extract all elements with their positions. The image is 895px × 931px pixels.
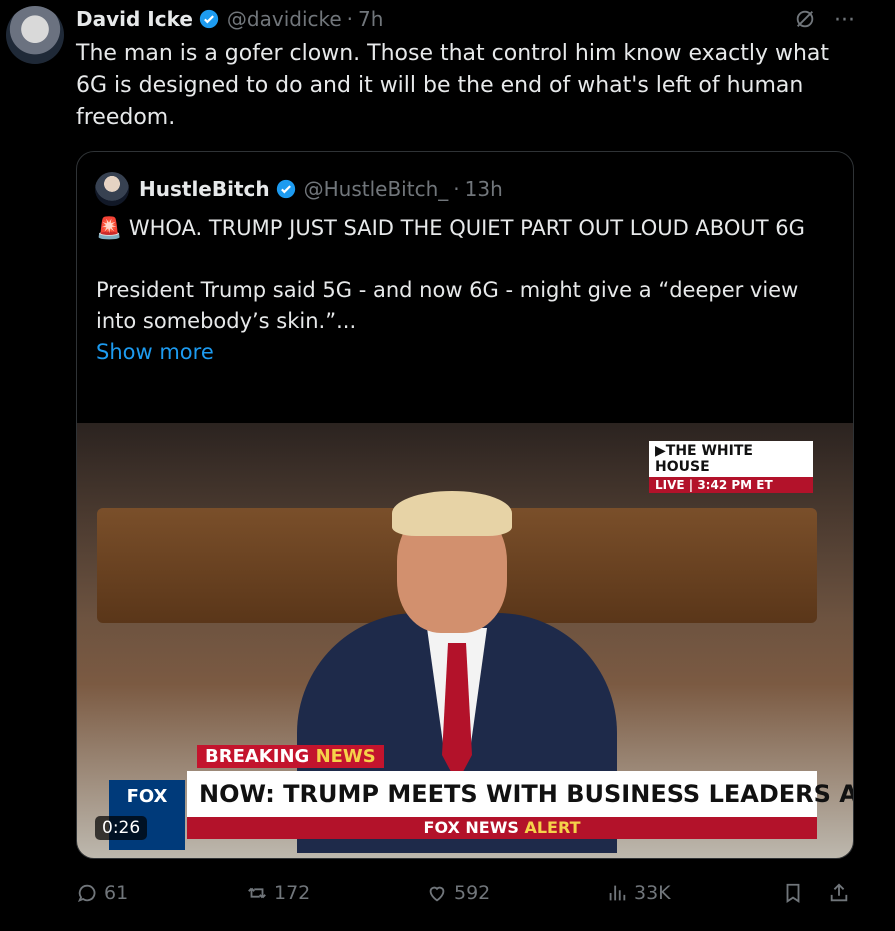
views-button[interactable]: 33K (606, 882, 671, 904)
tweet-time[interactable]: 7h (358, 7, 383, 31)
quoted-text: 🚨 WHOA. TRUMP JUST SAID THE QUIET PART O… (96, 213, 836, 368)
verified-icon[interactable] (276, 179, 296, 199)
quoted-avatar[interactable] (95, 172, 129, 206)
quoted-tweet[interactable]: HustleBitch @HustleBitch_ · 13h 🚨 WHOA. … (76, 151, 854, 859)
author-avatar[interactable] (6, 6, 64, 64)
separator-dot: · (346, 7, 354, 31)
news-headline: NOW: TRUMP MEETS WITH BUSINESS LEADERS A… (187, 771, 853, 817)
repost-icon (248, 887, 266, 899)
verified-icon[interactable] (199, 9, 219, 29)
bookmark-icon (786, 883, 800, 903)
badge-live: LIVE | 3:42 PM ET (649, 477, 813, 493)
like-icon (429, 886, 445, 902)
action-bar: 61 172 592 33K (76, 876, 856, 910)
reply-icon (77, 884, 96, 902)
view-count: 33K (634, 882, 671, 904)
news-alert: FOX NEWS ALERT (187, 817, 817, 839)
like-count: 592 (454, 882, 491, 904)
header-actions: ··· (794, 8, 855, 33)
share-button[interactable] (828, 882, 850, 904)
quoted-handle[interactable]: @HustleBitch_ (304, 177, 449, 201)
video-duration: 0:26 (95, 816, 148, 840)
badge-title: ▶THE WHITE HOUSE (649, 441, 813, 477)
tweet-text: The man is a gofer clown. Those that con… (76, 41, 830, 130)
video-player[interactable]: ▶THE WHITE HOUSE LIVE | 3:42 PM ET FOX B… (77, 423, 853, 858)
reply-button[interactable]: 61 (76, 882, 128, 904)
tweet-header: David Icke @davidicke · 7h (76, 4, 885, 34)
author-name[interactable]: David Icke (76, 7, 193, 31)
quoted-line-2: President Trump said 5G - and now 6G - m… (96, 278, 799, 333)
white-house-badge: ▶THE WHITE HOUSE LIVE | 3:42 PM ET (649, 441, 813, 493)
show-more-link[interactable]: Show more (96, 337, 836, 368)
reply-count: 61 (104, 882, 129, 904)
author-handle[interactable]: @davidicke (227, 7, 342, 31)
like-button[interactable]: 592 (426, 882, 490, 904)
quoted-time[interactable]: 13h (465, 177, 503, 201)
quoted-header: HustleBitch @HustleBitch_ · 13h (95, 172, 503, 206)
more-icon[interactable]: ··· (834, 8, 855, 33)
grok-icon[interactable] (794, 8, 816, 30)
quoted-author-name[interactable]: HustleBitch (139, 177, 270, 201)
share-icon (830, 883, 848, 902)
separator-dot: · (453, 177, 460, 201)
breaking-news-label: BREAKING NEWS (197, 745, 384, 768)
views-icon (609, 885, 626, 901)
lower-third: BREAKING NEWS NOW: TRUMP MEETS WITH BUSI… (187, 745, 853, 850)
repost-button[interactable]: 172 (246, 882, 310, 904)
bookmark-button[interactable] (782, 882, 804, 904)
repost-count: 172 (274, 882, 311, 904)
quoted-line-1: 🚨 WHOA. TRUMP JUST SAID THE QUIET PART O… (96, 216, 805, 240)
